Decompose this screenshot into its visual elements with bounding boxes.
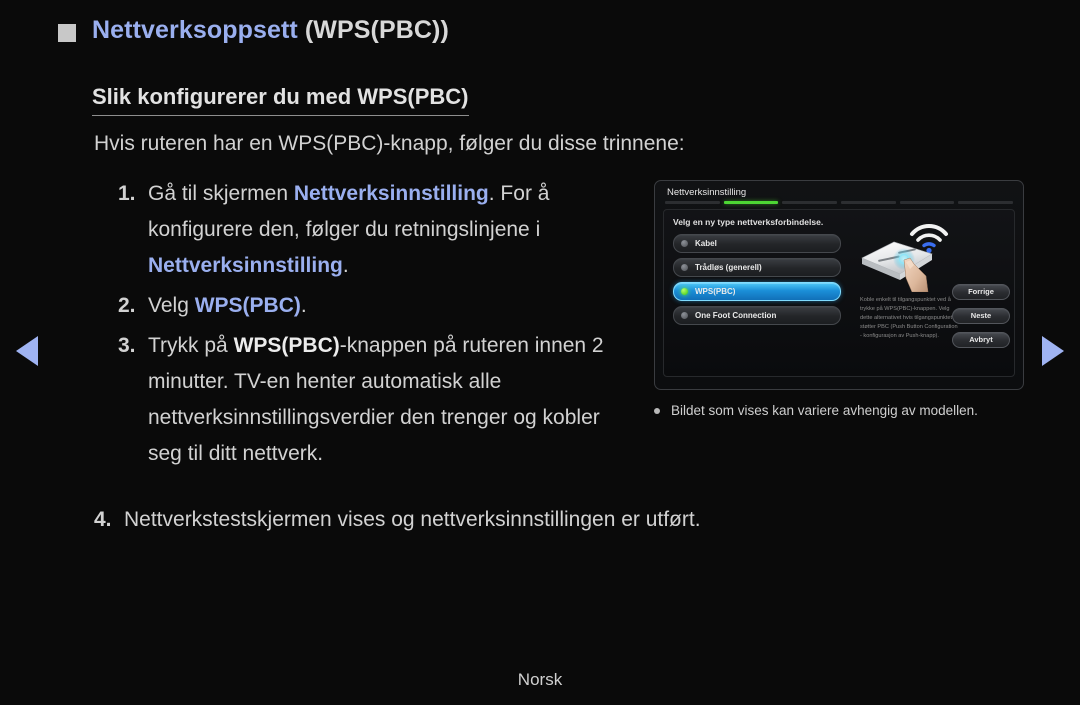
tv-menu-item-label: Trådløs (generell)	[695, 262, 762, 272]
caption-bullet-icon	[654, 407, 660, 414]
unselected-indicator-icon	[681, 311, 688, 319]
step-item-1: 1. Gå til skjermen Nettverksinnstilling. …	[118, 176, 638, 284]
router-illustration	[854, 214, 964, 292]
step-text: Trykk på WPS(PBC)-knappen på ruteren inn…	[148, 328, 638, 472]
panel-caption: Bildet som vises kan variere avhengig av…	[654, 403, 1034, 418]
plain-text: .	[300, 294, 307, 317]
tv-progress-segment	[723, 201, 779, 204]
step-item-3: 3. Trykk på WPS(PBC)-knappen på ruteren i…	[118, 328, 638, 472]
page-root: Nettverksoppsett (WPS(PBC)) Slik konfigu…	[0, 0, 1080, 705]
tv-menu-item-label: One Foot Connection	[695, 310, 777, 320]
tv-menu-item-one-foot-connection[interactable]: One Foot Connection	[673, 305, 841, 325]
plain-text: Velg	[148, 294, 195, 317]
subtitle-container: Slik konfigurerer du med WPS(PBC)	[92, 84, 469, 116]
steps-list: 1. Gå til skjermen Nettverksinnstilling. …	[118, 176, 638, 476]
tv-progress-segment	[841, 201, 896, 204]
tv-panel-body: Velg en ny type nettverksforbindelse. Ka…	[663, 208, 1015, 377]
emphasis-text: WPS(PBC)	[233, 334, 340, 357]
previous-page-arrow-icon[interactable]	[16, 336, 38, 366]
caption-text: Bildet som vises kan variere avhengig av…	[671, 403, 978, 418]
tv-screenshot-panel: Nettverksinnstilling Velg en ny type net…	[654, 180, 1024, 390]
section-subtitle: Slik konfigurerer du med WPS(PBC)	[92, 84, 469, 116]
page-title-main: Nettverksoppsett	[92, 16, 298, 44]
emphasis-text: Nettverksinnstilling	[148, 254, 343, 277]
emphasis-text: WPS(PBC)	[194, 294, 301, 317]
tv-button-avbryt[interactable]: Avbryt	[952, 331, 1010, 348]
step-number: 2.	[118, 294, 136, 317]
tv-connection-type-menu: Kabel Trådløs (generell) WPS(PBC) One Foot …	[673, 233, 841, 325]
tv-action-buttons: Forrige Neste Avbryt	[952, 283, 1010, 348]
emphasis-text: Nettverksinnstilling	[293, 182, 489, 205]
unselected-indicator-icon	[681, 263, 688, 271]
step-item-2: 2. Velg WPS(PBC).	[118, 288, 638, 324]
tv-progress-segment	[899, 201, 955, 204]
tv-menu-item-label: Kabel	[695, 238, 717, 248]
plain-text: Trykk på	[148, 334, 234, 357]
tv-progress-bar	[663, 201, 1015, 204]
intro-paragraph: Hvis ruteren har en WPS(PBC)-knapp, følg…	[94, 132, 685, 155]
tv-progress-segment	[958, 201, 1014, 204]
tv-description-text: Koble enkelt til tilgangspunktet ved å t…	[860, 296, 958, 339]
step-text: Gå til skjermen Nettverksinnstilling. Fo…	[148, 176, 638, 284]
plain-text: .	[342, 254, 349, 277]
step-text: Velg WPS(PBC).	[148, 288, 307, 324]
plain-text: Gå til skjermen	[148, 182, 294, 205]
tv-menu-item-tr-dl-s-generell[interactable]: Trådløs (generell)	[673, 257, 841, 277]
step-text: Nettverkstestskjermen vises og nettverks…	[124, 508, 701, 531]
page-title-parenthetical: (WPS(PBC))	[304, 16, 449, 44]
step-number: 4.	[94, 508, 112, 531]
tv-button-forrige[interactable]: Forrige	[952, 283, 1010, 300]
next-page-arrow-icon[interactable]	[1042, 336, 1064, 366]
tv-menu-item-kabel[interactable]: Kabel	[673, 233, 841, 253]
tv-progress-segment	[665, 201, 720, 204]
tv-menu-item-label: WPS(PBC)	[695, 286, 736, 296]
unselected-indicator-icon	[681, 239, 688, 247]
selected-indicator-icon	[681, 287, 688, 295]
page-footer-language: Norsk	[517, 670, 563, 689]
tv-panel-title: Nettverksinnstilling	[667, 187, 747, 198]
step-item-4: 4. Nettverkstestskjermen vises og nettve…	[94, 504, 994, 536]
page-title: Nettverksoppsett (WPS(PBC))	[92, 16, 449, 45]
square-bullet-icon	[58, 23, 76, 42]
tv-menu-item-wps-pbc[interactable]: WPS(PBC)	[673, 281, 841, 301]
tv-button-neste[interactable]: Neste	[952, 307, 1010, 324]
tv-progress-segment	[782, 201, 838, 204]
page-header: Nettverksoppsett (WPS(PBC))	[58, 16, 449, 45]
step-number: 3.	[118, 334, 136, 357]
step-number: 1.	[118, 182, 136, 205]
